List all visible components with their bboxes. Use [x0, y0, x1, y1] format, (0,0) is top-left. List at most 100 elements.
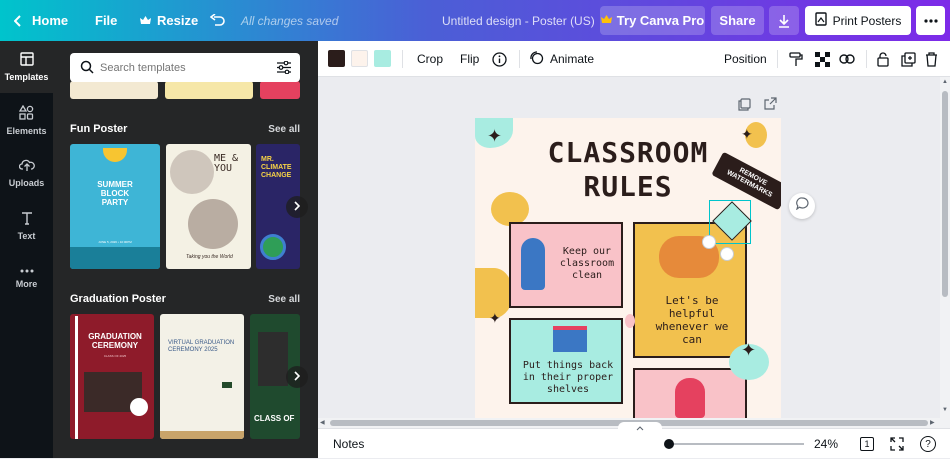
photo — [258, 332, 288, 386]
scroll-left-icon[interactable]: ◀ — [320, 419, 325, 426]
template-thumb-virtual-graduation[interactable]: VIRTUAL GRADUATION CEREMONY 2025 — [160, 314, 244, 439]
rail-item-templates[interactable]: Templates — [0, 41, 53, 93]
color-swatch[interactable] — [374, 50, 391, 67]
transparency-icon[interactable] — [815, 41, 830, 77]
rail-label: More — [15, 279, 38, 289]
search-box[interactable] — [70, 53, 300, 82]
resize-label: Resize — [157, 13, 199, 28]
paint-roller-icon[interactable] — [789, 41, 803, 77]
comment-icon — [795, 197, 809, 215]
trash-icon[interactable] — [925, 41, 938, 77]
add-comment-button[interactable] — [789, 193, 815, 219]
animate-icon — [529, 50, 544, 68]
document-title[interactable]: Untitled design - Poster (US) — [442, 0, 595, 41]
lock-icon[interactable] — [877, 41, 889, 77]
crop-button[interactable]: Crop — [417, 41, 443, 77]
share-page-icon[interactable] — [764, 97, 777, 115]
color-swatch[interactable] — [328, 50, 345, 67]
file-menu[interactable]: File — [95, 0, 117, 41]
help-icon: ? — [925, 438, 931, 450]
template-thumb-graduation-ceremony[interactable]: GRADUATION CEREMONY CLASS OF 2025 — [70, 314, 154, 439]
scroll-down-icon[interactable]: ▼ — [942, 407, 948, 413]
page-count-button[interactable]: 1 — [860, 437, 874, 451]
thumb-subtitle: CLASS OF 2025 — [103, 354, 127, 358]
rule-card[interactable] — [633, 368, 747, 418]
more-options-icon[interactable] — [916, 6, 945, 35]
rule-text[interactable]: Let's be helpful whenever we can — [645, 294, 739, 346]
duplicate-icon[interactable] — [901, 41, 916, 77]
chevron-right-icon — [294, 198, 301, 216]
search-icon — [80, 60, 94, 79]
thumb-title: SUMMER BLOCK PARTY — [97, 180, 133, 207]
filter-icon[interactable] — [277, 60, 291, 79]
rule-card[interactable]: Keep our classroom clean — [509, 222, 623, 308]
home-button[interactable]: Home — [14, 0, 68, 41]
kid-illustration — [675, 378, 705, 418]
see-all-link[interactable]: See all — [268, 124, 300, 135]
resize-button[interactable]: Resize — [140, 0, 198, 41]
link-icon[interactable] — [839, 41, 855, 77]
thumb-tagline: Taking you the World — [186, 254, 233, 260]
template-thumb-partial[interactable] — [70, 81, 158, 99]
undo-icon[interactable] — [210, 0, 226, 41]
editor-area: Crop Flip Animate Position ✦ ✦ CLASSROOM… — [318, 41, 950, 458]
next-arrow-button[interactable] — [286, 366, 308, 388]
chevron-left-icon — [14, 14, 22, 27]
scroll-up-icon[interactable]: ▲ — [942, 79, 948, 85]
rail-item-more[interactable]: More — [0, 253, 53, 305]
flip-button[interactable]: Flip — [460, 41, 479, 77]
template-thumb-summer-party[interactable]: SUMMER BLOCK PARTY JUNE 5, 2026 • 10:00P… — [70, 144, 160, 269]
rail-item-uploads[interactable]: Uploads — [0, 147, 53, 199]
divider — [519, 50, 520, 68]
divider — [777, 50, 778, 68]
color-swatch[interactable] — [351, 50, 368, 67]
save-status: All changes saved — [241, 13, 339, 28]
divider — [402, 50, 403, 68]
see-all-link[interactable]: See all — [268, 294, 300, 305]
position-button[interactable]: Position — [724, 41, 767, 77]
sparkle-icon: ✦ — [489, 310, 501, 326]
rule-text[interactable]: Put things back in their proper shelves — [517, 360, 619, 396]
crown-icon — [140, 15, 151, 26]
fullscreen-icon[interactable] — [890, 437, 904, 456]
info-icon[interactable] — [492, 41, 507, 77]
zoom-level[interactable]: 24% — [814, 429, 838, 459]
share-button[interactable]: Share — [711, 6, 764, 35]
poster-canvas[interactable]: ✦ ✦ CLASSROOM RULES Keep our classroom c… — [475, 118, 781, 418]
animate-button[interactable]: Animate — [529, 41, 594, 77]
rail-label: Text — [17, 231, 36, 241]
template-thumb-me-and-you[interactable]: ME & YOU Taking you the World — [166, 144, 251, 269]
wave-decor — [70, 247, 160, 269]
rotate-handle-icon[interactable] — [702, 235, 716, 249]
page-number: 1 — [864, 439, 870, 449]
copy-page-icon[interactable] — [738, 98, 751, 116]
print-posters-button[interactable]: Print Posters — [805, 6, 911, 35]
rail-item-text[interactable]: Text — [0, 200, 53, 252]
template-thumb-partial[interactable] — [165, 81, 253, 99]
try-pro-button[interactable]: Try Canva Pro — [600, 6, 705, 35]
template-thumb-partial[interactable] — [260, 81, 300, 99]
crown-icon — [600, 13, 612, 28]
rule-card[interactable]: Put things back in their proper shelves — [509, 318, 623, 404]
vertical-scrollbar[interactable]: ▲ ▼ — [940, 77, 950, 428]
zoom-slider-thumb[interactable] — [664, 439, 674, 449]
help-button[interactable]: ? — [920, 436, 936, 452]
notes-button[interactable]: Notes — [333, 429, 364, 459]
selected-diamond-element[interactable] — [702, 200, 752, 261]
rule-text[interactable]: Keep our classroom clean — [553, 246, 621, 282]
thumb-title: GRADUATION CEREMONY — [88, 332, 142, 350]
move-handle-icon[interactable] — [720, 247, 734, 261]
scroll-right-icon[interactable]: ▶ — [930, 419, 935, 426]
show-pages-toggle[interactable] — [618, 422, 662, 431]
sparkle-icon: ✦ — [741, 340, 757, 360]
download-icon[interactable] — [769, 6, 799, 35]
search-input[interactable] — [100, 58, 270, 77]
top-bar: Home File Resize All changes saved Untit… — [0, 0, 950, 41]
text-icon — [20, 211, 34, 231]
zoom-slider[interactable] — [664, 439, 804, 449]
pink-blob-decor — [625, 314, 635, 328]
section-title: Graduation Poster — [70, 293, 166, 305]
scrollbar-thumb[interactable] — [942, 91, 948, 297]
rail-item-elements[interactable]: Elements — [0, 94, 53, 146]
next-arrow-button[interactable] — [286, 196, 308, 218]
